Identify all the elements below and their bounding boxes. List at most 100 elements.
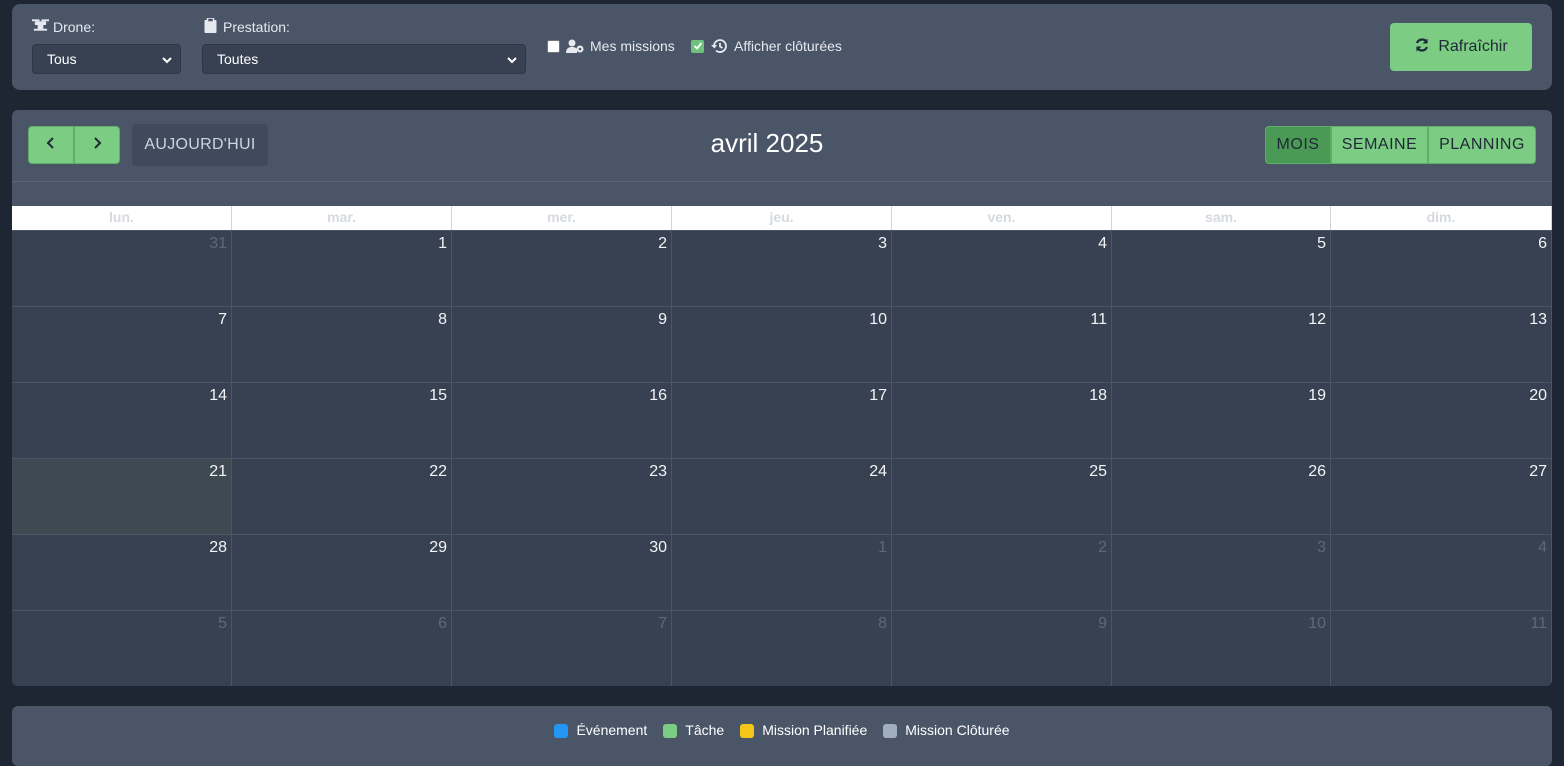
- day-cell-today[interactable]: 21: [12, 459, 232, 535]
- day-number[interactable]: 3: [1317, 539, 1326, 557]
- day-cell[interactable]: 12: [1112, 307, 1331, 383]
- refresh-label: Rafraîchir: [1438, 38, 1508, 55]
- day-cell[interactable]: 5: [1112, 231, 1331, 307]
- day-cell[interactable]: 17: [672, 383, 892, 459]
- day-cell[interactable]: 4: [892, 231, 1112, 307]
- day-cell[interactable]: 7: [452, 611, 672, 686]
- day-cell[interactable]: 10: [1112, 611, 1331, 686]
- day-cell[interactable]: 8: [672, 611, 892, 686]
- chevron-down-icon: [507, 51, 517, 67]
- day-number[interactable]: 26: [1308, 463, 1326, 481]
- day-number[interactable]: 2: [658, 235, 667, 253]
- day-number[interactable]: 2: [1098, 539, 1107, 557]
- day-number[interactable]: 8: [438, 311, 447, 329]
- day-cell[interactable]: 7: [12, 307, 232, 383]
- day-cell[interactable]: 27: [1331, 459, 1552, 535]
- day-cell[interactable]: 24: [672, 459, 892, 535]
- day-cell[interactable]: 8: [232, 307, 452, 383]
- day-number[interactable]: 24: [869, 463, 887, 481]
- day-number[interactable]: 11: [1090, 311, 1107, 329]
- day-cell[interactable]: 11: [892, 307, 1112, 383]
- day-cell[interactable]: 6: [1331, 231, 1552, 307]
- day-cell[interactable]: 15: [232, 383, 452, 459]
- day-cell[interactable]: 6: [232, 611, 452, 686]
- day-number[interactable]: 8: [878, 615, 887, 633]
- day-number[interactable]: 6: [438, 615, 447, 633]
- day-number[interactable]: 13: [1529, 311, 1547, 329]
- prestation-select[interactable]: Toutes: [202, 44, 526, 74]
- drone-select[interactable]: Tous: [32, 44, 181, 74]
- day-number[interactable]: 9: [658, 311, 667, 329]
- drone-filter: Drone: Tous: [32, 18, 181, 74]
- view-planning-button[interactable]: PLANNING: [1428, 126, 1536, 164]
- day-cell[interactable]: 28: [12, 535, 232, 611]
- day-cell[interactable]: 1: [672, 535, 892, 611]
- day-cell[interactable]: 14: [12, 383, 232, 459]
- day-cell[interactable]: 9: [892, 611, 1112, 686]
- day-number[interactable]: 5: [218, 615, 227, 633]
- day-cell[interactable]: 30: [452, 535, 672, 611]
- day-cell[interactable]: 10: [672, 307, 892, 383]
- day-cell[interactable]: 29: [232, 535, 452, 611]
- day-number[interactable]: 18: [1089, 387, 1107, 405]
- refresh-button[interactable]: Rafraîchir: [1390, 23, 1532, 71]
- day-cell[interactable]: 5: [12, 611, 232, 686]
- day-cell[interactable]: 31: [12, 231, 232, 307]
- day-number[interactable]: 14: [209, 387, 227, 405]
- view-month-button[interactable]: MOIS: [1265, 126, 1331, 164]
- day-cell[interactable]: 4: [1331, 535, 1552, 611]
- day-cell[interactable]: 20: [1331, 383, 1552, 459]
- day-cell[interactable]: 2: [892, 535, 1112, 611]
- day-number[interactable]: 6: [1538, 235, 1547, 253]
- day-number[interactable]: 1: [878, 539, 887, 557]
- legend: Événement Tâche Mission Planifiée Mission C…: [12, 706, 1552, 766]
- day-cell[interactable]: 11: [1331, 611, 1552, 686]
- day-cell[interactable]: 26: [1112, 459, 1331, 535]
- day-number[interactable]: 19: [1308, 387, 1326, 405]
- day-number[interactable]: 29: [429, 539, 447, 557]
- day-number[interactable]: 16: [649, 387, 667, 405]
- day-cell[interactable]: 19: [1112, 383, 1331, 459]
- day-number[interactable]: 25: [1089, 463, 1107, 481]
- day-number[interactable]: 10: [869, 311, 887, 329]
- day-number[interactable]: 22: [429, 463, 447, 481]
- day-cell[interactable]: 13: [1331, 307, 1552, 383]
- my-missions-toggle[interactable]: Mes missions: [547, 38, 675, 54]
- day-number[interactable]: 20: [1529, 387, 1547, 405]
- day-number[interactable]: 17: [869, 387, 887, 405]
- day-number[interactable]: 9: [1098, 615, 1107, 633]
- day-number[interactable]: 23: [649, 463, 667, 481]
- day-number[interactable]: 28: [209, 539, 227, 557]
- day-number[interactable]: 7: [218, 311, 227, 329]
- day-number[interactable]: 3: [878, 235, 887, 253]
- day-number[interactable]: 31: [209, 235, 227, 253]
- day-number[interactable]: 1: [438, 235, 447, 253]
- show-closed-checkbox[interactable]: [691, 39, 704, 53]
- my-missions-checkbox[interactable]: [547, 39, 560, 53]
- day-cell[interactable]: 25: [892, 459, 1112, 535]
- view-week-button[interactable]: SEMAINE: [1331, 126, 1428, 164]
- legend-swatch: [554, 724, 569, 738]
- day-number[interactable]: 10: [1308, 615, 1326, 633]
- day-cell[interactable]: 22: [232, 459, 452, 535]
- day-number[interactable]: 15: [429, 387, 447, 405]
- day-number[interactable]: 11: [1530, 615, 1547, 633]
- day-number[interactable]: 7: [658, 615, 667, 633]
- show-closed-toggle[interactable]: Afficher clôturées: [691, 38, 842, 54]
- day-cell[interactable]: 18: [892, 383, 1112, 459]
- day-number[interactable]: 30: [649, 539, 667, 557]
- day-cell[interactable]: 9: [452, 307, 672, 383]
- day-number[interactable]: 12: [1308, 311, 1326, 329]
- day-number[interactable]: 5: [1317, 235, 1326, 253]
- day-cell[interactable]: 1: [232, 231, 452, 307]
- day-cell[interactable]: 3: [672, 231, 892, 307]
- day-cell[interactable]: 23: [452, 459, 672, 535]
- day-cell[interactable]: 16: [452, 383, 672, 459]
- day-number[interactable]: 27: [1529, 463, 1547, 481]
- day-number[interactable]: 4: [1538, 539, 1547, 557]
- day-number[interactable]: 4: [1098, 235, 1107, 253]
- day-cell[interactable]: 3: [1112, 535, 1331, 611]
- day-number[interactable]: 21: [209, 463, 227, 481]
- week-row: 7 8 9 10 11 12 13: [12, 306, 1552, 383]
- day-cell[interactable]: 2: [452, 231, 672, 307]
